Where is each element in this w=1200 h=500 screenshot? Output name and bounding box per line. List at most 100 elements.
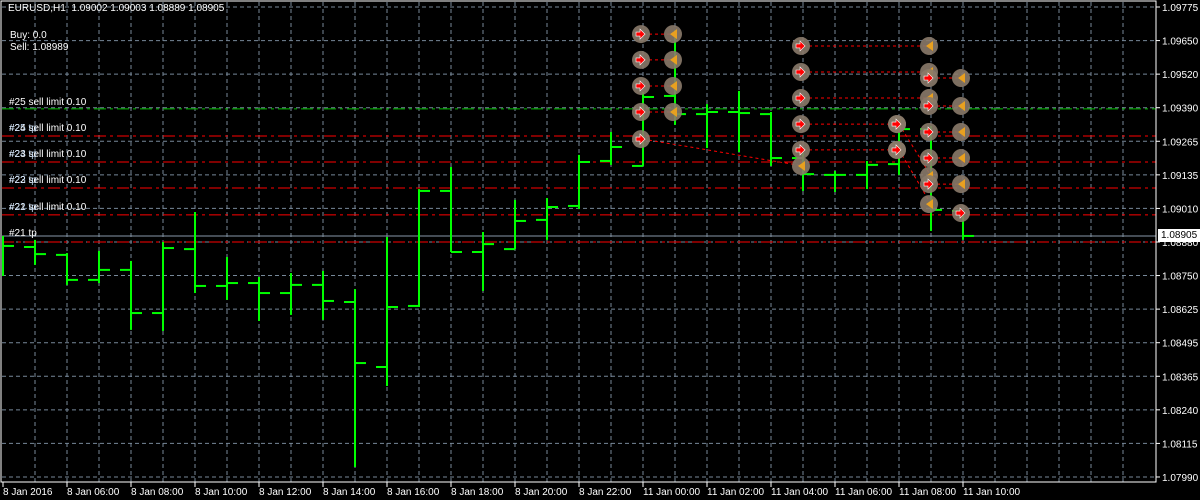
trade-open-marker [792,89,810,108]
trade-close-marker [920,195,938,214]
trade-marks [632,25,970,223]
trade-open-marker [920,175,938,194]
ohlc-bar [24,239,46,265]
time-tick-label: 11 Jan 04:00 [771,487,829,498]
trade-open-marker [792,140,810,159]
trade-close-marker [952,123,970,141]
time-tick-label: 8 Jan 16:00 [387,487,440,498]
trade-open-marker [920,69,938,88]
ohlc-bar [344,289,366,467]
trade-close-marker [952,96,970,115]
trade-open-marker [952,204,970,223]
ohlc-bar [56,253,78,285]
order-label: #21 tp [9,228,37,239]
ohlc-bar [856,160,878,190]
trade-open-marker [920,96,938,115]
trade-open-marker [632,103,650,121]
ohlc-values: 1.09002 1.09003 1.08889 1.08905 [71,3,225,14]
ohlc-bar [280,273,302,315]
time-tick-label: 8 Jan 06:00 [67,487,120,498]
ohlc-bar [88,250,110,284]
trade-close-marker [920,36,938,55]
buy-label: Buy: 0.0 [10,30,47,41]
price-tick-label: 1.08750 [1162,272,1199,283]
trade-open-marker [920,123,938,141]
price-tick-label: 1.08365 [1162,372,1199,383]
ohlc-bar [248,277,270,321]
time-tick-label: 8 Jan 20:00 [515,487,568,498]
ohlc-bar [760,112,782,166]
trade-close-marker [664,50,682,69]
time-tick-label: 11 Jan 00:00 [643,487,701,498]
trade-open-marker [632,25,650,44]
tp-label: #22 tp [9,202,37,213]
trade-open-marker [632,130,650,149]
price-tick-label: 1.09775 [1162,3,1199,14]
time-tick-label: 8 Jan 2016 [3,487,53,498]
price-chart[interactable]: 1.09775 1.09650 1.09520 1.09390 1.09265 1.091… [0,0,1200,500]
price-tick-label: 1.09520 [1162,70,1199,81]
price-tick-label: 1.09265 [1162,137,1199,148]
symbol-label: EURUSD,H1 [8,3,66,14]
tp-label: #25 tp [9,123,37,134]
ohlc-bar [696,104,718,149]
price-tick-label: 1.08240 [1162,406,1199,417]
time-tick-label: 11 Jan 06:00 [835,487,893,498]
ohlc-bar [312,270,334,320]
ohlc-bar [184,212,206,294]
time-tick-label: 8 Jan 14:00 [323,487,376,498]
trade-close-marker [664,103,682,121]
ohlc-bar [632,92,654,167]
ohlc-bar [152,242,174,331]
ohlc-bar [216,257,238,300]
trade-open-marker [632,50,650,69]
ohlc-bar [440,167,462,253]
trade-open-marker [888,115,906,134]
price-tick-label: 1.08115 [1162,439,1198,450]
current-price-box: 1.08905 [1158,229,1200,242]
trade-close-marker [664,25,682,44]
trade-open-marker [792,115,810,134]
trade-close-marker [792,156,810,175]
ohlc-bar [568,154,590,210]
ohlc-bar [728,90,750,152]
time-tick-label: 11 Jan 02:00 [707,487,765,498]
ohlc-bar [120,260,142,330]
time-tick-label: 11 Jan 08:00 [899,487,957,498]
trade-open-marker [920,149,938,168]
time-tick-label: 8 Jan 18:00 [451,487,504,498]
sell-label: Sell: 1.08989 [10,42,69,53]
time-tick-label: 8 Jan 22:00 [579,487,632,498]
price-tick-label: 1.08495 [1162,339,1199,350]
trade-open-marker [888,140,906,159]
ohlc-bar [600,132,622,165]
tp-label: #24 tp [9,149,37,160]
ohlc-bar [824,170,846,192]
time-axis[interactable]: 8 Jan 2016 8 Jan 06:00 8 Jan 08:00 8 Jan 10… [2,482,1021,498]
trade-markers [632,25,970,223]
ohlc-bar [472,232,494,291]
price-tick-label: 1.09010 [1162,204,1199,215]
ohlc-bars [2,29,974,467]
chart-header: EURUSD,H1 1.09002 1.09003 1.08889 1.0890… [8,3,224,14]
price-axis[interactable]: 1.09775 1.09650 1.09520 1.09390 1.09265 1.091… [1156,3,1199,484]
trade-close-marker [952,149,970,168]
price-tick-label: 1.09135 [1162,171,1199,182]
time-tick-label: 11 Jan 10:00 [963,487,1021,498]
time-tick-label: 8 Jan 10:00 [195,487,248,498]
tp-label: #23 tp [9,175,37,186]
order-label: #25 sell limit 0.10 [9,97,87,108]
ohlc-bar [376,237,398,386]
trade-open-marker [792,63,810,81]
time-tick-label: 8 Jan 08:00 [131,487,184,498]
ohlc-bar [408,189,430,307]
price-tick-label: 1.09650 [1162,37,1199,48]
trade-close-marker [664,76,682,95]
trade-open-marker [792,36,810,55]
price-tick-label: 1.08625 [1162,305,1199,316]
trade-open-marker [632,76,650,95]
ohlc-bar [536,198,558,240]
price-tick-label: 1.09390 [1162,104,1199,115]
price-tick-label: 1.07990 [1162,473,1199,484]
time-tick-label: 8 Jan 12:00 [259,487,312,498]
